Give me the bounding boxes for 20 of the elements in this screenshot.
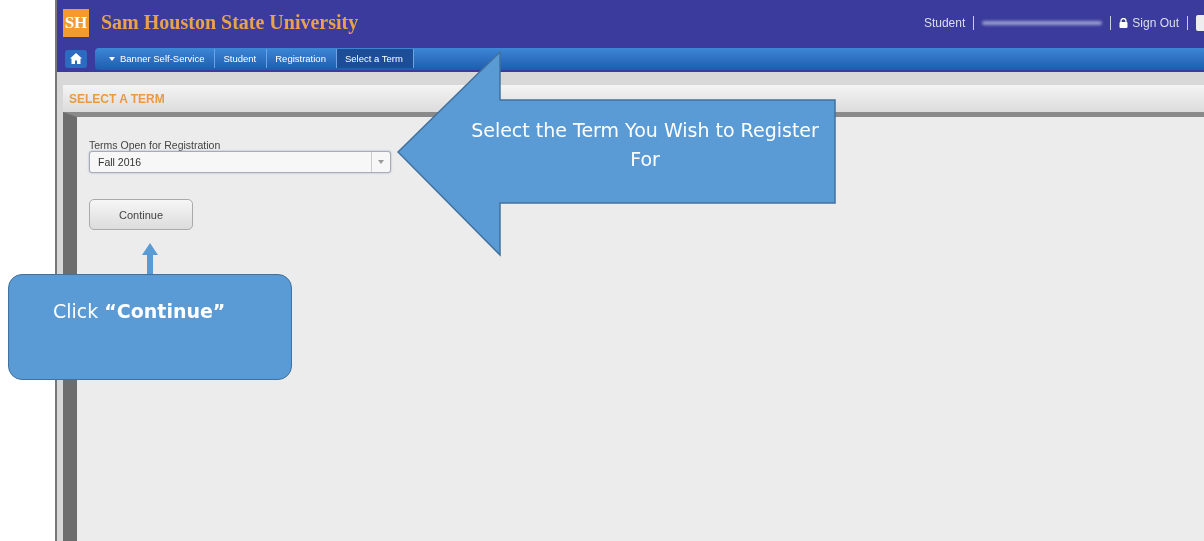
callout-text: Select the Term You Wish to Register For	[470, 118, 820, 173]
home-button[interactable]	[65, 49, 87, 68]
continue-button[interactable]: Continue	[89, 199, 193, 230]
breadcrumb-link[interactable]: Select a Term	[336, 49, 414, 68]
callout-text: Click “Continue”	[53, 300, 226, 322]
cut-off-button[interactable]	[1196, 14, 1204, 31]
panel-title: SELECT A TERM	[69, 91, 165, 106]
user-role: Student	[923, 15, 966, 30]
field-label: Terms Open for Registration	[89, 139, 221, 151]
breadcrumb-link[interactable]: Student	[215, 49, 268, 68]
lock-icon	[1119, 17, 1129, 28]
breadcrumb-link[interactable]: Banner Self-Service	[101, 49, 216, 68]
site-title: Sam Houston State University	[101, 11, 360, 34]
home-icon	[70, 53, 82, 64]
sign-out-link[interactable]: Sign Out	[1119, 15, 1179, 30]
caret-icon	[109, 56, 115, 61]
university-logo: SH	[63, 8, 89, 37]
caret-icon	[378, 160, 384, 164]
term-select[interactable]: Fall 2016	[89, 151, 391, 173]
breadcrumb-link[interactable]: Registration	[267, 49, 337, 68]
